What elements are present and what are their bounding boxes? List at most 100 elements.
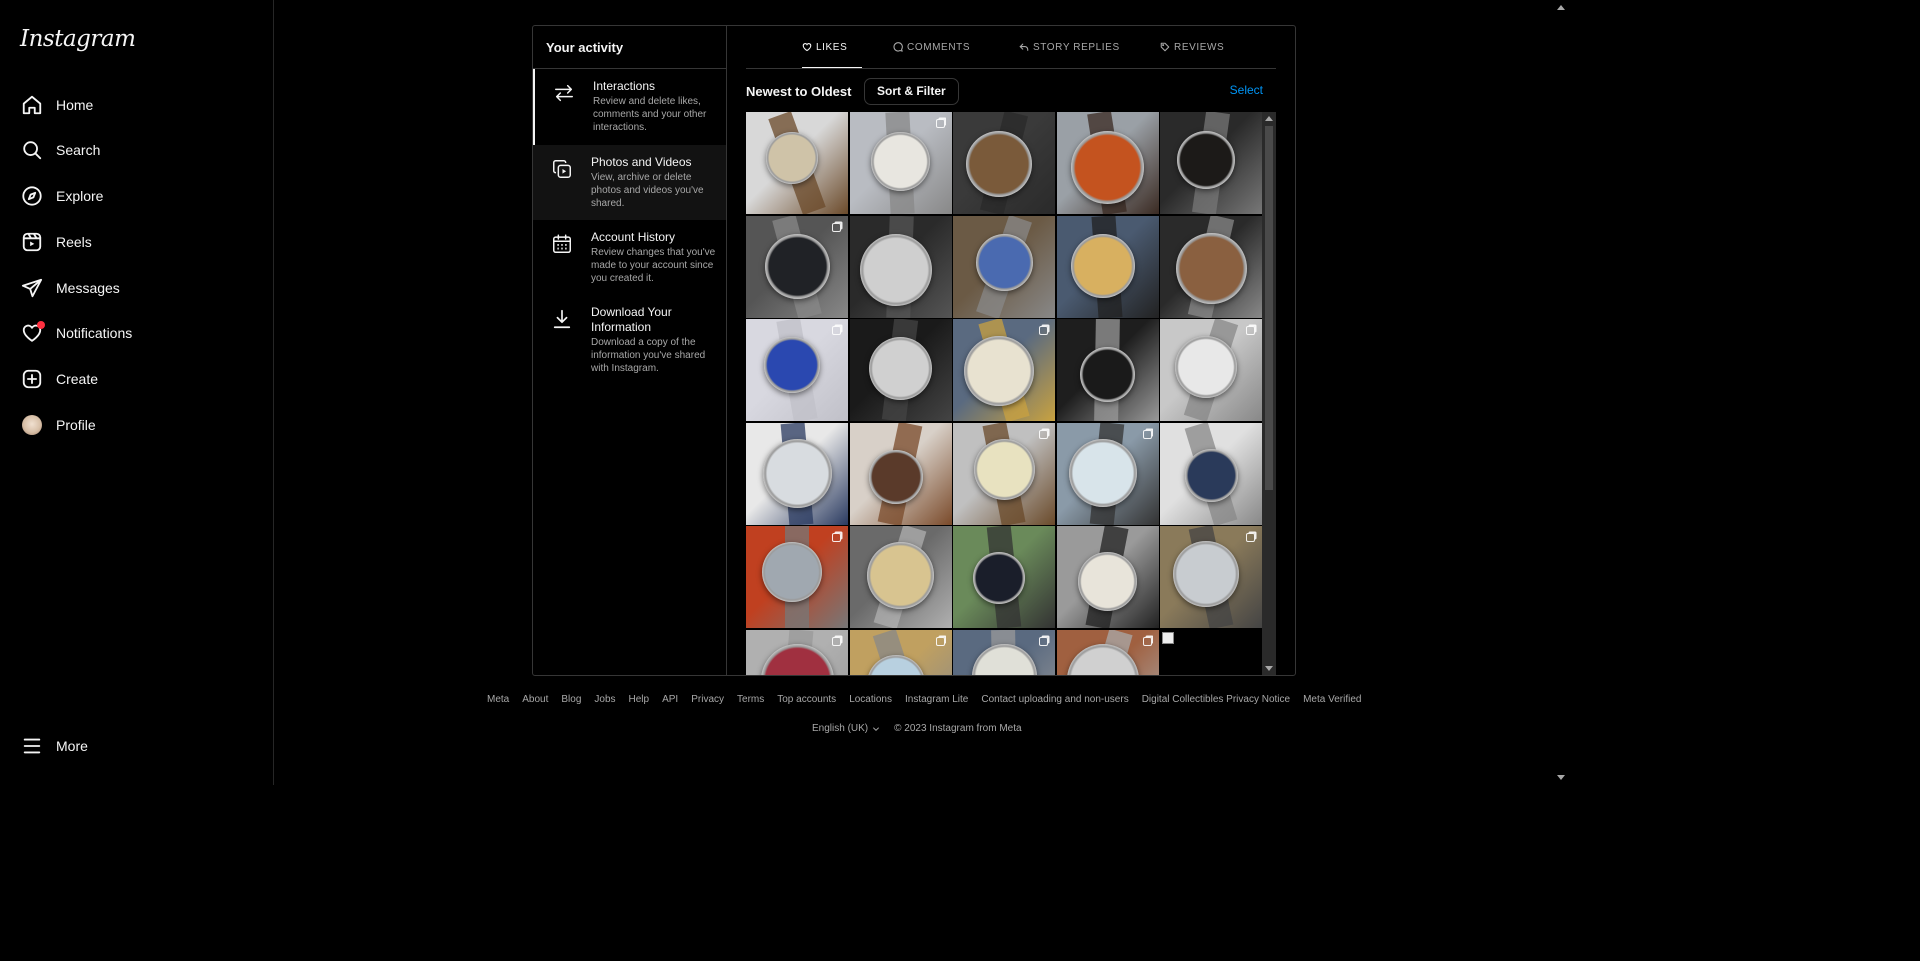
- footer-link[interactable]: Blog: [561, 694, 581, 705]
- liked-post-thumbnail[interactable]: [953, 422, 1055, 525]
- language-selector[interactable]: English (UK): [812, 723, 880, 734]
- comment-icon: [893, 42, 903, 52]
- select-button[interactable]: Select: [1230, 83, 1263, 97]
- scroll-up-arrow[interactable]: [1557, 5, 1565, 10]
- watch-dial: [762, 542, 822, 602]
- activity-item-interactions[interactable]: Interactions Review and delete likes, co…: [533, 69, 726, 145]
- watch-dial: [973, 439, 1035, 500]
- liked-post-thumbnail[interactable]: [746, 422, 848, 525]
- liked-post-thumbnail[interactable]: [953, 319, 1055, 421]
- scroll-up-arrow[interactable]: [1265, 116, 1273, 121]
- liked-post-thumbnail[interactable]: [1056, 422, 1159, 525]
- carousel-icon: [1039, 636, 1048, 646]
- carousel-icon: [1039, 326, 1048, 335]
- sort-filter-button[interactable]: Sort & Filter: [864, 78, 959, 105]
- footer-link[interactable]: Contact uploading and non-users: [981, 694, 1128, 705]
- nav-item-more[interactable]: More: [8, 724, 264, 768]
- liked-post-thumbnail[interactable]: [1056, 526, 1159, 628]
- liked-post-thumbnail[interactable]: [849, 422, 952, 525]
- watch-dial: [1175, 336, 1237, 398]
- watch-dial: [964, 336, 1034, 406]
- liked-post-thumbnail[interactable]: [746, 319, 848, 421]
- liked-post-thumbnail[interactable]: [849, 215, 952, 318]
- footer-link[interactable]: Help: [629, 694, 650, 705]
- footer-link[interactable]: Terms: [737, 694, 764, 705]
- liked-post-thumbnail[interactable]: [746, 629, 848, 675]
- nav-item-home[interactable]: Home: [8, 83, 264, 127]
- watch-dial: [766, 132, 818, 184]
- footer-link[interactable]: About: [522, 694, 548, 705]
- liked-post-thumbnail[interactable]: [1160, 422, 1262, 525]
- scroll-thumb[interactable]: [1265, 126, 1273, 490]
- footer-link[interactable]: Locations: [849, 694, 892, 705]
- nav-item-create[interactable]: Create: [8, 357, 264, 401]
- liked-post-thumbnail[interactable]: [849, 629, 952, 675]
- activity-item-download[interactable]: Download Your Information Download a cop…: [533, 295, 726, 385]
- liked-post-thumbnail[interactable]: [953, 112, 1055, 214]
- heart-icon: [20, 321, 45, 345]
- liked-post-thumbnail[interactable]: [849, 526, 952, 628]
- footer-link[interactable]: Jobs: [594, 694, 615, 705]
- footer-link[interactable]: Meta: [487, 694, 509, 705]
- liked-post-thumbnail[interactable]: [953, 215, 1055, 318]
- liked-post-thumbnail[interactable]: [1160, 526, 1262, 628]
- nav-item-messages[interactable]: Messages: [8, 266, 264, 310]
- footer-link[interactable]: API: [662, 694, 678, 705]
- liked-post-thumbnail[interactable]: [1056, 112, 1159, 214]
- scroll-down-arrow[interactable]: [1265, 666, 1273, 671]
- liked-post-thumbnail[interactable]: [1160, 215, 1262, 318]
- liked-post-thumbnail[interactable]: [953, 526, 1055, 628]
- footer-link[interactable]: Top accounts: [777, 694, 836, 705]
- watch-dial: [975, 234, 1033, 291]
- chevron-down-icon: [873, 726, 880, 731]
- send-icon: [20, 276, 44, 300]
- carousel-icon: [1142, 636, 1152, 646]
- tab-label: REVIEWS: [1174, 41, 1225, 53]
- liked-post-thumbnail[interactable]: [1056, 629, 1159, 675]
- activity-panel: Your activity Interactions Review and de…: [532, 25, 1296, 676]
- footer-link[interactable]: Digital Collectibles Privacy Notice: [1142, 694, 1290, 705]
- liked-post-thumbnail[interactable]: [1056, 215, 1159, 318]
- nav-item-reels[interactable]: Reels: [8, 220, 264, 264]
- instagram-logo[interactable]: Instagram: [20, 26, 136, 52]
- carousel-icon: [935, 119, 945, 128]
- watch-dial: [1068, 438, 1137, 507]
- footer-link[interactable]: Instagram Lite: [905, 694, 968, 705]
- activity-item-desc: Download a copy of the information you'v…: [591, 337, 706, 374]
- tab-reviews[interactable]: REVIEWS: [1160, 40, 1224, 54]
- tab-bar: LIKES COMMENTS STORY REPLIES REVIEWS: [746, 26, 1276, 69]
- footer-link[interactable]: Meta Verified: [1303, 694, 1361, 705]
- tab-comments[interactable]: COMMENTS: [893, 40, 970, 54]
- liked-post-thumbnail[interactable]: [1056, 319, 1159, 421]
- nav-item-label: Home: [56, 97, 94, 113]
- carousel-icon: [832, 636, 841, 646]
- nav-item-notifications[interactable]: Notifications: [8, 311, 264, 355]
- activity-item-account-history[interactable]: Account History Review changes that you'…: [533, 220, 726, 295]
- liked-posts-grid: [746, 112, 1276, 675]
- footer-link[interactable]: Privacy: [691, 694, 724, 705]
- liked-post-thumbnail[interactable]: [1160, 112, 1262, 214]
- activity-item-photos-videos[interactable]: Photos and Videos View, archive or delet…: [533, 145, 726, 220]
- nav-item-search[interactable]: Search: [8, 128, 264, 172]
- liked-post-thumbnail[interactable]: [849, 319, 952, 421]
- liked-post-thumbnail[interactable]: [1160, 629, 1262, 675]
- nav-item-profile[interactable]: Profile: [8, 403, 264, 447]
- liked-post-thumbnail[interactable]: [746, 526, 848, 628]
- liked-post-thumbnail[interactable]: [746, 215, 848, 318]
- liked-post-thumbnail[interactable]: [849, 112, 952, 214]
- liked-post-thumbnail[interactable]: [1160, 319, 1262, 421]
- carousel-icon: [1142, 429, 1152, 439]
- tab-likes[interactable]: LIKES: [802, 40, 847, 54]
- liked-post-thumbnail[interactable]: [953, 629, 1055, 675]
- grid-scrollbar[interactable]: [1262, 112, 1276, 675]
- page-scrollbar[interactable]: [1554, 0, 1568, 785]
- liked-post-thumbnail[interactable]: [746, 112, 848, 214]
- nav-item-explore[interactable]: Explore: [8, 174, 264, 218]
- scroll-down-arrow[interactable]: [1557, 775, 1565, 780]
- tab-story-replies[interactable]: STORY REPLIES: [1019, 40, 1120, 54]
- carousel-icon: [1246, 326, 1255, 335]
- footer-links: Meta About Blog Jobs Help API Privacy Terms Top …: [487, 694, 1361, 705]
- download-icon: [533, 305, 591, 385]
- carousel-icon: [1246, 533, 1255, 542]
- tab-active-indicator: [802, 67, 862, 68]
